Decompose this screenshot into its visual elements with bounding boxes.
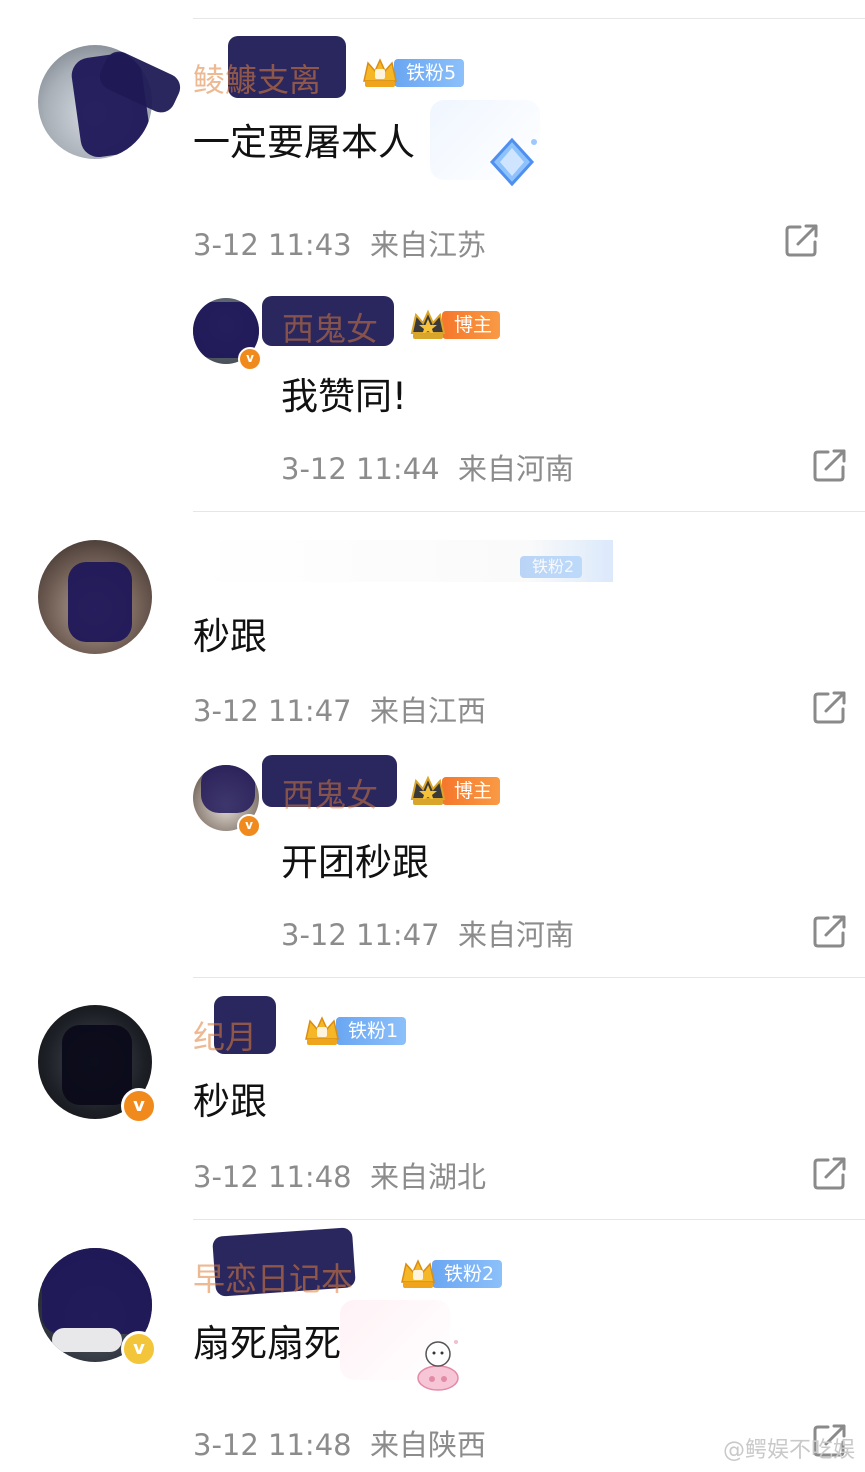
share-icon[interactable] [812, 913, 848, 949]
comment-text: 扇死扇死 [193, 1322, 341, 1365]
watermark: @鳄娱不吃娱 [722, 1438, 855, 1463]
blogger-badge[interactable]: 博主 [408, 309, 501, 340]
divider [193, 1219, 865, 1220]
verified-icon: v [121, 1088, 157, 1124]
crown-icon [410, 309, 446, 339]
fan-badge-label: 铁粉2 [432, 1260, 503, 1288]
reply-meta: 3-12 11:44 来自河南 [281, 446, 574, 488]
reply-location: 来自河南 [458, 918, 575, 952]
comment-text: 一定要屠本人 [193, 121, 415, 164]
share-icon[interactable] [812, 447, 848, 483]
share-icon[interactable] [812, 689, 848, 725]
reply-location: 来自河南 [458, 452, 575, 486]
diamond-icon [489, 137, 537, 187]
comment-text: 秒跟 [193, 1080, 267, 1123]
verified-icon: v [237, 814, 261, 838]
divider [193, 511, 865, 512]
pig-sticker-icon [417, 1340, 459, 1391]
avatar-redaction [68, 562, 132, 642]
username[interactable]: 纪月 [193, 1012, 257, 1058]
divider [193, 977, 865, 978]
avatar-highlight [52, 1328, 122, 1352]
comment-meta: 3-12 11:43 来自江苏 [193, 222, 486, 264]
share-icon[interactable] [812, 1155, 848, 1191]
comment-location: 来自江苏 [370, 228, 487, 262]
blogger-badge[interactable]: 博主 [408, 775, 501, 806]
fan-badge[interactable]: 铁粉2 [520, 552, 583, 582]
avatar[interactable] [38, 540, 152, 654]
crown-icon [401, 1259, 435, 1288]
comment-meta: 3-12 11:48 来自湖北 [193, 1154, 486, 1196]
comment-location: 来自江西 [370, 694, 487, 728]
fan-badge[interactable]: 铁粉5 [360, 58, 465, 88]
comment-time: 3-12 11:47 [193, 694, 352, 728]
divider [193, 18, 865, 19]
fan-badge[interactable]: 铁粉2 [398, 1259, 503, 1289]
reply-text: 我赞同! [281, 375, 407, 418]
comment-location: 来自陕西 [370, 1428, 487, 1462]
username[interactable]: 西鬼女 [282, 304, 378, 350]
comment-meta: 3-12 11:47 来自江西 [193, 688, 486, 730]
share-icon[interactable] [784, 222, 820, 258]
blogger-badge-label: 博主 [442, 311, 501, 339]
reply-time: 3-12 11:47 [281, 918, 440, 952]
username[interactable]: 鲮鱇支离 [193, 55, 321, 101]
avatar-redaction [62, 1025, 132, 1105]
comment-text: 秒跟 [193, 615, 267, 658]
fan-badge[interactable]: 铁粉1 [302, 1016, 407, 1046]
username[interactable]: 早恋日记本 [193, 1254, 353, 1300]
avatar-redaction [201, 765, 255, 813]
comment-time: 3-12 11:48 [193, 1428, 352, 1462]
comment-time: 3-12 11:43 [193, 228, 352, 262]
crown-icon [410, 775, 446, 805]
avatar-redaction [42, 1248, 152, 1334]
verified-icon: v [238, 347, 262, 371]
username[interactable]: 西鬼女 [282, 770, 378, 816]
comment-meta: 3-12 11:48 来自陕西 [193, 1422, 486, 1464]
crown-icon [305, 1016, 339, 1045]
blogger-badge-label: 博主 [442, 777, 501, 805]
fan-badge-label: 铁粉2 [520, 556, 583, 578]
reply-time: 3-12 11:44 [281, 452, 440, 486]
fan-badge-label: 铁粉1 [336, 1017, 407, 1045]
comment-location: 来自湖北 [370, 1160, 487, 1194]
reply-text: 开团秒跟 [281, 841, 429, 884]
crown-icon [363, 58, 397, 87]
fan-badge-label: 铁粉5 [394, 59, 465, 87]
verified-icon: v [121, 1331, 157, 1367]
comment-time: 3-12 11:48 [193, 1160, 352, 1194]
reply-meta: 3-12 11:47 来自河南 [281, 912, 574, 954]
